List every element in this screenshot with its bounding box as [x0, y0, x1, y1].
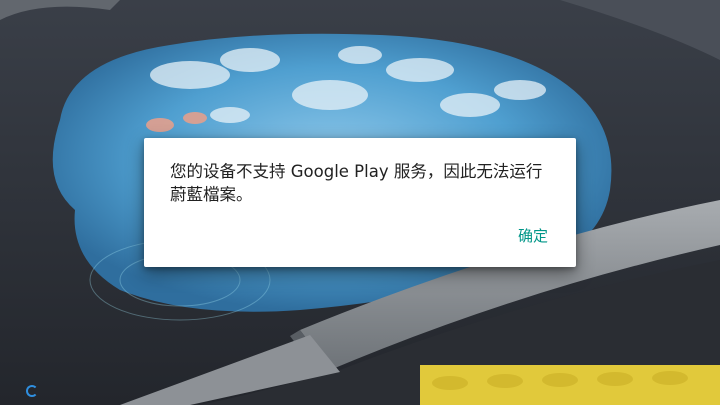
alert-dialog: 您的设备不支持 Google Play 服务，因此无法运行蔚藍檔案。 确定: [144, 138, 576, 267]
loading-spinner-icon: [26, 385, 38, 397]
confirm-button[interactable]: 确定: [514, 224, 552, 248]
dialog-message: 您的设备不支持 Google Play 服务，因此无法运行蔚藍檔案。: [170, 162, 543, 204]
